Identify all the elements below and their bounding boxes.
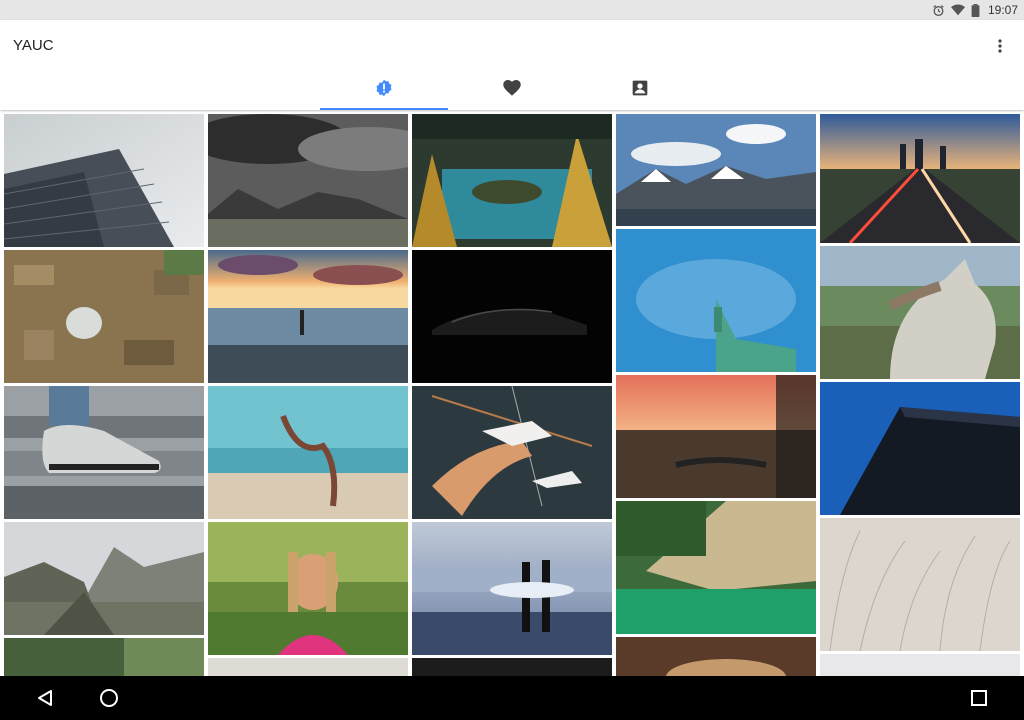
building-facade-photo[interactable] [4, 114, 204, 247]
city-highway-night-photo[interactable] [820, 114, 1020, 243]
beach-yoga-photo[interactable] [208, 386, 408, 519]
statue-of-liberty-photo[interactable] [616, 229, 816, 372]
girl-confetti-photo[interactable] [208, 522, 408, 655]
battery-icon [971, 3, 980, 17]
dark-car-photo[interactable] [412, 250, 612, 383]
wifi-icon [950, 4, 965, 16]
partial-photo[interactable] [208, 658, 408, 676]
sunset-field-photo[interactable] [616, 375, 816, 498]
husky-dog-photo[interactable] [820, 246, 1020, 379]
coffee-cup-photo[interactable] [616, 637, 816, 676]
heart-icon [503, 79, 521, 101]
account-box-icon [632, 80, 648, 101]
dark-building-sky-photo[interactable] [820, 382, 1020, 515]
status-time: 19:07 [987, 3, 1018, 17]
tab-favorites[interactable] [448, 70, 576, 110]
home-icon[interactable] [97, 686, 121, 710]
more-vert-icon[interactable] [992, 36, 1008, 56]
tab-bar [0, 70, 1024, 110]
back-icon[interactable] [33, 686, 57, 710]
tab-profile[interactable] [576, 70, 704, 110]
tab-new[interactable] [320, 70, 448, 110]
stormy-mountain-photo[interactable] [208, 114, 408, 247]
snowy-mountains-photo[interactable] [616, 114, 816, 226]
beach-sunset-yoga-photo[interactable] [208, 250, 408, 383]
recents-icon[interactable] [967, 686, 991, 710]
alert-badge-icon [375, 79, 393, 102]
alarm-icon [932, 4, 945, 17]
lake-pine-trees-photo[interactable] [412, 114, 612, 247]
paper-birds-hand-photo[interactable] [412, 386, 612, 519]
surfers-beach-photo[interactable] [412, 522, 612, 655]
aerial-lake-photo[interactable] [616, 501, 816, 634]
navigation-bar [0, 676, 1024, 720]
aerial-village-photo[interactable] [4, 250, 204, 383]
status-icons: 19:07 [932, 0, 1018, 20]
app-title: YAUC [13, 37, 54, 54]
status-bar: 19:07 [0, 0, 1024, 20]
photo-grid [0, 110, 1024, 676]
machu-picchu-photo[interactable] [4, 522, 204, 635]
forest-photo[interactable] [4, 638, 204, 676]
dry-grass-photo[interactable] [820, 518, 1020, 651]
partial-photo[interactable] [412, 658, 612, 676]
app-bar: YAUC [0, 20, 1024, 110]
partial-photo[interactable] [820, 654, 1020, 676]
sneakers-stairs-photo[interactable] [4, 386, 204, 519]
